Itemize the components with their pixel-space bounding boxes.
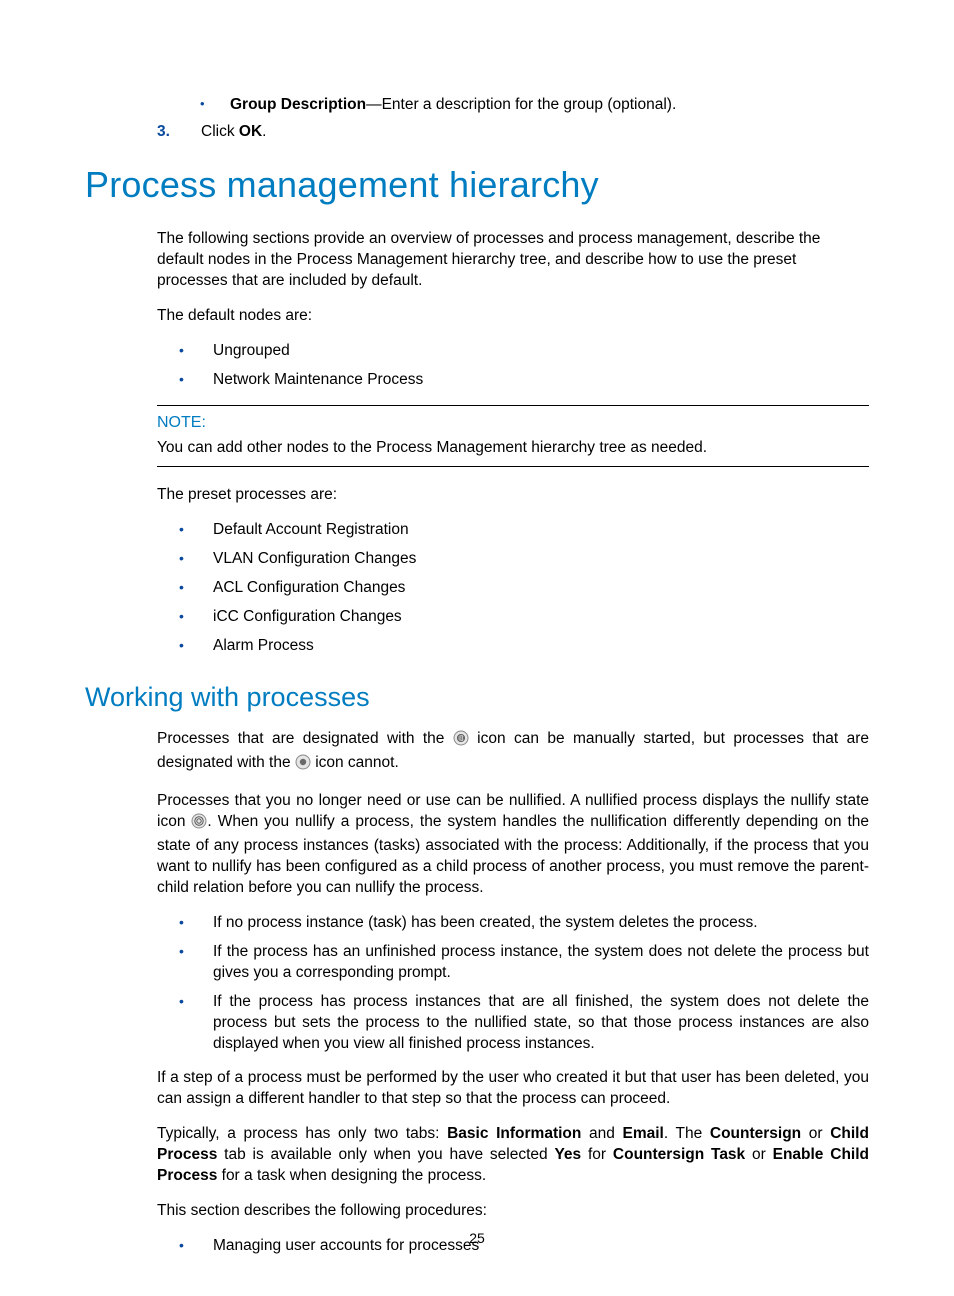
step-text-prefix: Click (201, 123, 239, 140)
default-nodes-lead: The default nodes are: (157, 306, 869, 327)
bold-text: Countersign Task (613, 1146, 745, 1163)
list-item: Ungrouped (157, 341, 869, 362)
text: Typically, a process has only two tabs: (157, 1125, 447, 1142)
step-text-suffix: . (262, 123, 266, 140)
numbered-list: Click OK. (157, 122, 869, 143)
bold-text: Basic Information (447, 1125, 581, 1142)
bold-text: Email (623, 1125, 664, 1142)
preset-list: Default Account Registration VLAN Config… (157, 520, 869, 657)
bold-text: Yes (554, 1146, 581, 1163)
page-number: 25 (0, 1229, 954, 1248)
list-item: VLAN Configuration Changes (157, 549, 869, 570)
sub-bullet-label: Group Description (230, 96, 366, 113)
text: or (801, 1125, 830, 1142)
list-item: Alarm Process (157, 636, 869, 657)
default-nodes-list: Ungrouped Network Maintenance Process (157, 341, 869, 391)
text: icon cannot. (315, 754, 399, 771)
list-item: Default Account Registration (157, 520, 869, 541)
text: Processes that are designated with the (157, 730, 453, 747)
list-item: If the process has process instances tha… (157, 992, 869, 1055)
step-item: Click OK. (157, 122, 869, 143)
text: tab is available only when you have sele… (217, 1146, 554, 1163)
list-item: iCC Configuration Changes (157, 607, 869, 628)
nullify-state-icon (191, 813, 207, 836)
heading-1: Process management hierarchy (85, 161, 869, 210)
list-item: Network Maintenance Process (157, 370, 869, 391)
sub-bullet-list: Group Description—Enter a description fo… (200, 95, 869, 116)
wp-para-4: Typically, a process has only two tabs: … (157, 1124, 869, 1187)
note-text: You can add other nodes to the Process M… (157, 438, 869, 459)
wp-para-1: Processes that are designated with the i… (157, 729, 869, 777)
note-box: NOTE: You can add other nodes to the Pro… (157, 405, 869, 468)
list-item: If the process has an unfinished process… (157, 942, 869, 984)
sub-bullet-dash: — (366, 96, 382, 113)
text: for a task when designing the process. (217, 1167, 486, 1184)
step-text-bold: OK (239, 123, 262, 140)
intro-para: The following sections provide an overvi… (157, 229, 869, 292)
list-item: ACL Configuration Changes (157, 578, 869, 599)
page-content: Group Description—Enter a description fo… (0, 0, 954, 1257)
wp-bullets: If no process instance (task) has been c… (157, 913, 869, 1055)
wp-para-2: Processes that you no longer need or use… (157, 791, 869, 899)
no-start-icon (295, 754, 311, 777)
bold-text: Countersign (710, 1125, 801, 1142)
note-label: NOTE: (157, 412, 869, 434)
list-item: If no process instance (task) has been c… (157, 913, 869, 934)
text: for (581, 1146, 613, 1163)
wp-para-5: This section describes the following pro… (157, 1201, 869, 1222)
text: . When you nullify a process, the system… (157, 813, 869, 896)
preset-lead: The preset processes are: (157, 485, 869, 506)
sub-bullet-text: Enter a description for the group (optio… (382, 96, 677, 113)
heading-2: Working with processes (85, 679, 869, 715)
manual-start-icon (453, 730, 469, 753)
text: and (581, 1125, 622, 1142)
text: or (745, 1146, 772, 1163)
sub-bullet-item: Group Description—Enter a description fo… (200, 95, 869, 116)
text: . The (664, 1125, 710, 1142)
wp-para-3: If a step of a process must be performed… (157, 1068, 869, 1110)
